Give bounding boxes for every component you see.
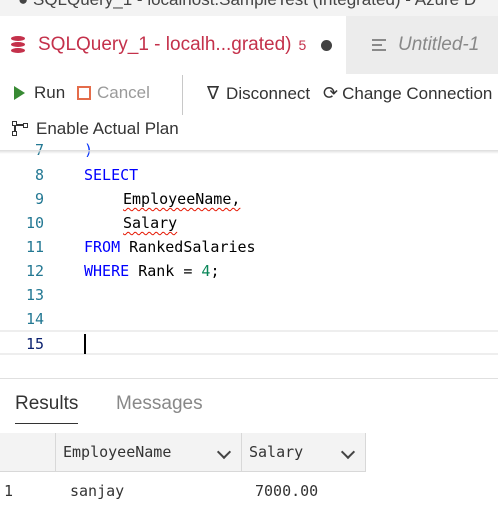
toolbar-divider [182,75,183,115]
keyword-select: SELECT [84,166,139,184]
disconnect-label: Disconnect [226,83,311,103]
cancel-label: Cancel [97,83,150,102]
code-line: 12 WHERE Rank = 4; [0,259,498,283]
line-number: 9 [34,190,44,208]
change-connection-label: Change Connection [342,83,493,103]
code-line: 14 [0,307,498,331]
code-line: 9 EmployeeName, [0,187,498,211]
code-line: 11 FROM RankedSalaries [0,235,498,259]
run-label: Run [34,83,66,102]
editor-scroll-shadow [0,150,498,154]
database-icon [11,36,25,54]
row-number: 1 [4,482,14,500]
window-titlebar: ● SQLQuery_1 - localhost.SampleTest (Int… [0,0,498,16]
text-cursor [84,334,86,354]
tab-messages[interactable]: Messages [116,393,203,415]
cell-salary[interactable]: 7000.00 [255,472,318,510]
results-divider [0,378,498,379]
tab-label: SQLQuery_1 - localh...grated) [38,34,292,55]
code-line: 10 Salary [0,211,498,235]
keyword-where: WHERE [84,262,130,280]
current-code-line[interactable]: 15 [0,330,498,355]
plug-icon: ∇ [207,83,220,103]
refresh-connection-icon: ⟳ [323,83,339,103]
grid-header: EmployeeName Salary [0,433,366,472]
code-line: 13 [0,283,498,307]
line-number: 12 [25,262,44,280]
editor-tab-bar: SQLQuery_1 - localh...grated) 5 Untitled… [0,16,498,74]
unsaved-dot-icon[interactable] [321,39,333,51]
column-header-salary[interactable]: Salary [241,433,366,472]
window-title: ● SQLQuery_1 - localhost.SampleTest (Int… [18,0,476,10]
column-header-employeename[interactable]: EmployeeName [55,433,241,472]
line-number: 8 [34,166,44,184]
results-grid[interactable]: EmployeeName Salary 1 sanjay 7000.00 [0,433,498,510]
problem-count-badge: 5 [298,37,307,53]
line-number: 14 [25,310,44,328]
sql-editor[interactable]: 7 ) 8 SELECT 9 EmployeeName, 10 Salary 1… [0,141,498,370]
tab-sqlquery-1[interactable]: SQLQuery_1 - localh...grated) 5 [0,16,346,74]
code-line: 8 SELECT [0,163,498,187]
chevron-down-icon[interactable] [216,444,232,460]
column-employeename: EmployeeName, [123,190,241,208]
condition-text: Rank = [138,262,202,280]
line-number: 13 [25,286,44,304]
text-file-icon [372,39,386,51]
table-name: RankedSalaries [129,238,256,256]
run-button[interactable]: Run [14,83,65,103]
change-connection-button[interactable]: ⟳ Change Connection [323,83,492,104]
tab-label: Untitled-1 [398,34,480,55]
keyword-from: FROM [84,238,121,256]
enable-actual-plan-label: Enable Actual Plan [36,119,179,138]
column-salary: Salary [123,214,178,232]
column-header-label: EmployeeName [63,443,172,461]
line-number: 11 [25,238,44,256]
line-number: 10 [25,214,44,232]
column-header-label: Salary [249,443,304,461]
line-number: 15 [25,335,44,353]
table-row[interactable]: 1 sanjay 7000.00 [0,472,498,510]
disconnect-button[interactable]: ∇ Disconnect [207,83,310,104]
cell-employeename[interactable]: sanjay [70,472,124,510]
cancel-button[interactable]: Cancel [77,83,150,103]
play-icon [14,86,25,100]
enable-actual-plan-button[interactable]: Enable Actual Plan [12,119,179,139]
chevron-down-icon[interactable] [340,444,356,460]
stop-icon [77,86,91,100]
execution-plan-icon [12,121,30,137]
tab-results[interactable]: Results [15,393,79,424]
statement-terminator: ; [210,262,220,280]
tab-untitled-1[interactable]: Untitled-1 [346,16,498,74]
